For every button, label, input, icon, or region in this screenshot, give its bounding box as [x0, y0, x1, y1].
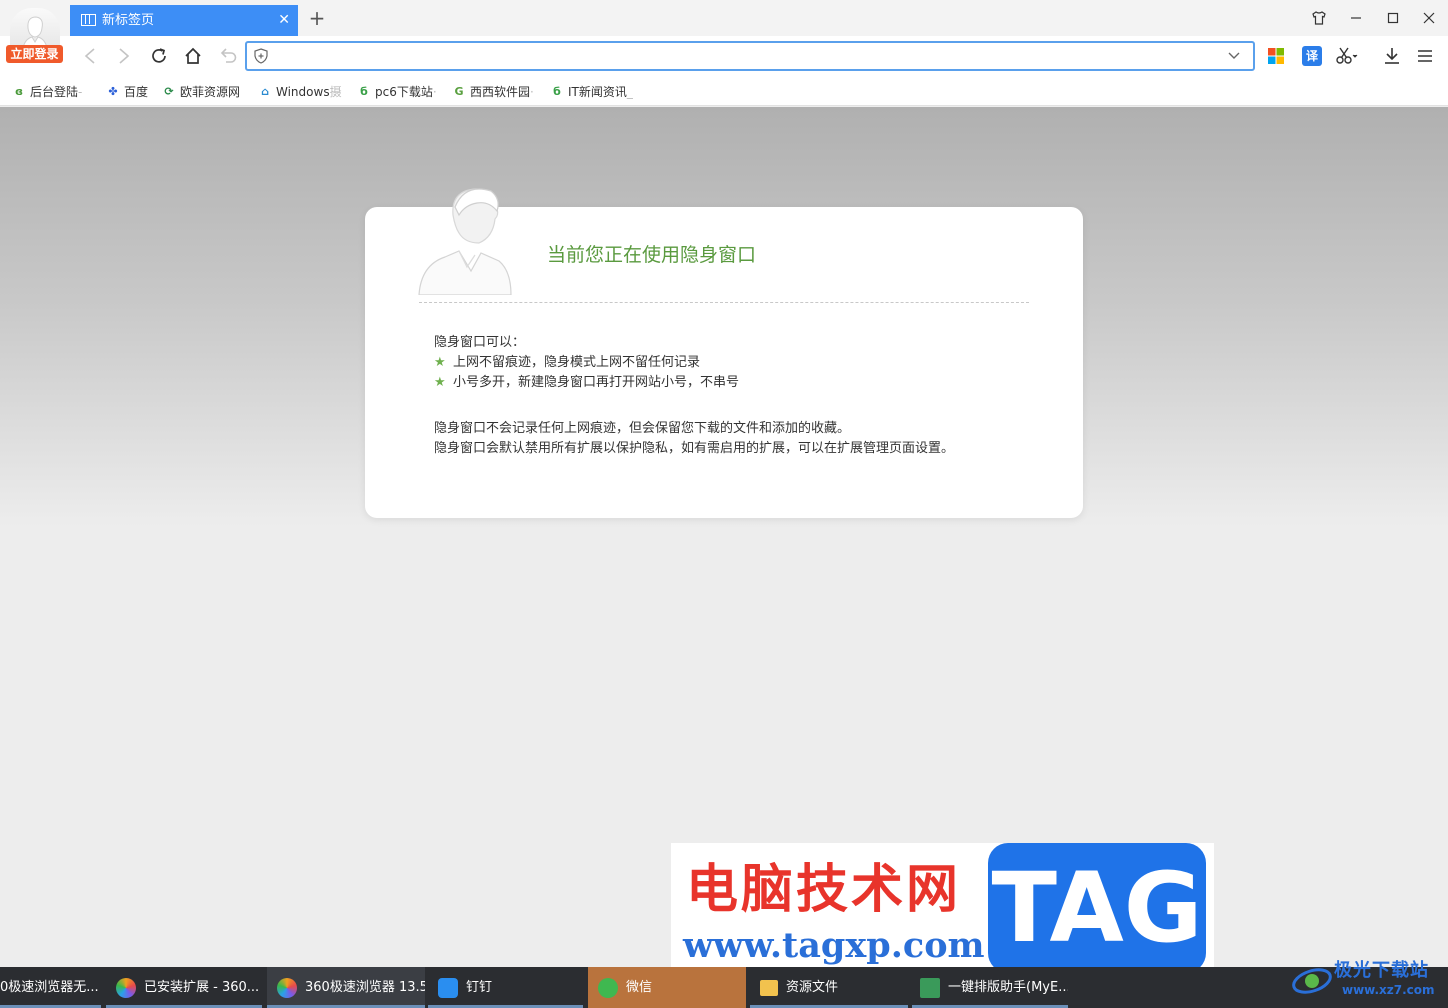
can-label: 隐身窗口可以：: [434, 335, 526, 350]
close-window-button[interactable]: [1415, 6, 1443, 30]
taskbar-item[interactable]: 微信: [588, 967, 746, 1008]
undo-close-button[interactable]: [216, 44, 240, 68]
download-icon[interactable]: [1380, 44, 1404, 68]
incognito-notes: 隐身窗口不会记录任何上网痕迹，但会保留您下载的文件和添加的收藏。 隐身窗口会默认…: [434, 419, 954, 459]
bookmark-label: Windows: [276, 85, 330, 99]
dingtalk-icon: [438, 977, 458, 998]
title-bar: + 新标签页 ✕: [0, 0, 1448, 36]
bookmark-item[interactable]: ⟳ 欧菲资源网: [162, 83, 240, 101]
bookmark-label: 后台登陆: [30, 85, 79, 99]
chevron-down-icon[interactable]: [1227, 50, 1241, 65]
incognito-title: 当前您正在使用隐身窗口: [547, 244, 757, 266]
back-button[interactable]: [78, 44, 102, 68]
folder-icon: [760, 979, 778, 996]
incognito-person-icon: [415, 185, 515, 299]
bookmark-label: 西西软件园: [470, 85, 531, 99]
bookmark-item[interactable]: б IT新闻资讯 _: [550, 83, 633, 101]
watermark-title: 电脑技术网: [686, 860, 962, 920]
wechat-icon: [598, 977, 618, 998]
bookmark-item[interactable]: ⌂ Windows 摄: [258, 83, 342, 101]
corner-logo-title: 极光下载站: [1334, 960, 1429, 981]
taskbar-label: 资源文件: [786, 980, 839, 995]
bookmarks-bar: ɞ 后台登陆 - ✤ 百度 ⟳ 欧菲资源网 ⌂ Windows 摄 б pc6下…: [0, 76, 1448, 106]
cc-icon: G: [454, 85, 464, 98]
taskbar-label: 0极速浏览器无...: [0, 980, 99, 995]
pc6-icon: б: [553, 85, 561, 98]
feature-text: 小号多开，新建隐身窗口再打开网站小号，不串号: [453, 375, 740, 390]
login-button[interactable]: 立即登录: [6, 45, 63, 63]
taskbar: 0极速浏览器无... 已安装扩展 - 360... 360极速浏览器 13.5 …: [0, 967, 1448, 1008]
translate-button[interactable]: 译: [1302, 46, 1322, 66]
minimize-button[interactable]: [1342, 6, 1370, 30]
corner-logo: 极光下载站 www.xz7.com: [1288, 953, 1448, 1008]
user-avatar[interactable]: [10, 8, 60, 48]
windows-cap-icon: ⌂: [261, 85, 269, 98]
feature-item: ★ 上网不留痕迹，隐身模式上网不留任何记录: [434, 353, 954, 373]
myeditor-icon: [920, 977, 940, 998]
watermark-url: www.tagxp.com: [683, 925, 985, 966]
taskbar-item[interactable]: 0极速浏览器无...: [0, 967, 101, 1008]
aurora-logo-icon: [1292, 968, 1332, 994]
note-text: 隐身窗口会默认禁用所有扩展以保护隐私，如有需启用的扩展，可以在扩展管理页面设置。: [434, 441, 955, 456]
bookmark-label: 百度: [124, 85, 149, 99]
new-tab-button[interactable]: +: [306, 7, 328, 31]
bookmark-item[interactable]: G 西西软件园 ·: [452, 83, 534, 101]
browser-360-icon: [277, 977, 297, 998]
bookmark-suffix: ·: [432, 85, 437, 99]
bookmark-item[interactable]: ✤ 百度: [106, 83, 148, 101]
home-button[interactable]: [181, 44, 205, 68]
incognito-page: 当前您正在使用隐身窗口 隐身窗口可以： ★ 上网不留痕迹，隐身模式上网不留任何记…: [0, 107, 1448, 967]
bookmark-suffix: -: [78, 85, 83, 99]
close-tab-icon[interactable]: ✕: [278, 5, 290, 36]
note-text: 隐身窗口不会记录任何上网痕迹，但会保留您下载的文件和添加的收藏。: [434, 421, 851, 436]
bookmark-label: IT新闻资讯: [568, 85, 627, 99]
card-divider: [419, 302, 1029, 303]
forward-button[interactable]: [112, 44, 136, 68]
apps-grid-icon[interactable]: [1264, 44, 1288, 68]
reload-button[interactable]: [147, 44, 171, 68]
bookmark-suffix: ·: [530, 85, 534, 99]
star-icon: ★: [434, 355, 446, 370]
screenshot-scissors-icon[interactable]: [1335, 44, 1359, 68]
taskbar-item[interactable]: 一键排版助手(MyE...: [912, 967, 1068, 1008]
taskbar-item[interactable]: 资源文件: [750, 967, 908, 1008]
bookmark-item[interactable]: ɞ 后台登陆 -: [12, 83, 82, 101]
taskbar-label: 一键排版助手(MyE...: [948, 980, 1068, 995]
incognito-description: 隐身窗口可以： ★ 上网不留痕迹，隐身模式上网不留任何记录 ★ 小号多开，新建隐…: [434, 333, 954, 459]
taskbar-item[interactable]: 360极速浏览器 13.5: [267, 967, 425, 1008]
taskbar-item[interactable]: 已安装扩展 - 360...: [106, 967, 262, 1008]
pc6-icon: б: [360, 85, 368, 98]
globe-swirl-icon: ɞ: [14, 85, 24, 98]
baidu-paw-icon: ✤: [108, 85, 118, 98]
bookmark-suffix: 摄: [329, 85, 342, 99]
navigation-toolbar: 译: [0, 36, 1448, 76]
maximize-button[interactable]: [1379, 6, 1407, 30]
menu-icon[interactable]: [1413, 44, 1437, 68]
url-input[interactable]: [275, 46, 1215, 66]
grid-icon: [81, 14, 96, 26]
bookmark-suffix: _: [626, 85, 633, 99]
star-icon: ★: [434, 375, 446, 390]
feature-text: 上网不留痕迹，隐身模式上网不留任何记录: [453, 355, 701, 370]
browser-360-icon: [116, 977, 136, 998]
taskbar-item[interactable]: 钉钉: [428, 967, 583, 1008]
shield-icon[interactable]: [254, 48, 268, 68]
refresh-circle-icon: ⟳: [164, 85, 174, 98]
tab-title: 新标签页: [102, 13, 155, 28]
tab-new-tab[interactable]: 新标签页 ✕: [70, 5, 298, 36]
watermark-tag-logo: TAG: [988, 843, 1206, 973]
bookmark-item[interactable]: б pc6下载站 ·: [357, 83, 437, 101]
taskbar-label: 360极速浏览器 13.5: [305, 980, 425, 995]
taskbar-label: 微信: [626, 980, 653, 995]
incognito-card: 当前您正在使用隐身窗口 隐身窗口可以： ★ 上网不留痕迹，隐身模式上网不留任何记…: [365, 188, 1083, 518]
skin-shirt-icon[interactable]: [1305, 6, 1333, 30]
bookmark-label: 欧菲资源网: [180, 85, 241, 99]
taskbar-label: 钉钉: [466, 980, 493, 995]
taskbar-label: 已安装扩展 - 360...: [144, 980, 260, 995]
address-bar[interactable]: [245, 41, 1255, 71]
bookmark-label: pc6下载站: [375, 85, 433, 99]
corner-logo-url: www.xz7.com: [1342, 983, 1435, 997]
feature-item: ★ 小号多开，新建隐身窗口再打开网站小号，不串号: [434, 373, 954, 393]
